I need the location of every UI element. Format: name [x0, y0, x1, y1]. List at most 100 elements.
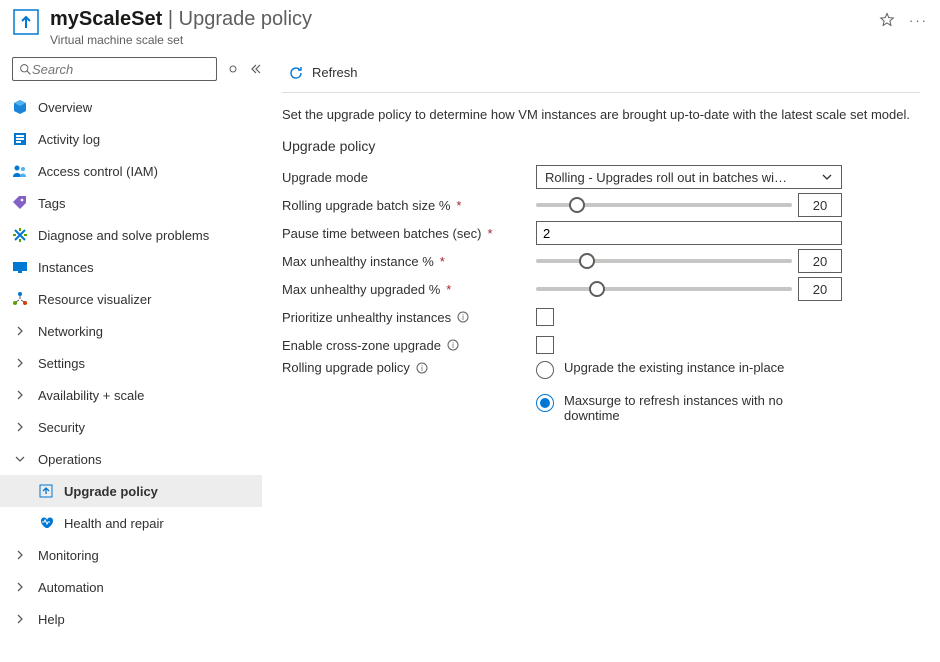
- nav-overview[interactable]: Overview: [0, 91, 262, 123]
- radio-inplace-label: Upgrade the existing instance in-place: [564, 360, 784, 375]
- nav-label: Overview: [38, 100, 92, 115]
- nav-upgrade-policy[interactable]: Upgrade policy: [0, 475, 262, 507]
- nav-label: Access control (IAM): [38, 164, 158, 179]
- description: Set the upgrade policy to determine how …: [282, 107, 920, 122]
- info-icon[interactable]: i: [447, 339, 459, 351]
- info-icon[interactable]: i: [457, 311, 469, 323]
- refresh-button[interactable]: Refresh: [282, 61, 364, 85]
- resource-name: myScaleSet: [50, 8, 162, 30]
- nav-group-automation[interactable]: Automation: [0, 571, 262, 603]
- nav-label: Monitoring: [38, 548, 99, 563]
- nav-group-settings[interactable]: Settings: [0, 347, 262, 379]
- cross-zone-label: Enable cross-zone upgrade i: [282, 338, 536, 353]
- batch-size-value[interactable]: 20: [798, 193, 842, 217]
- nav-group-availability[interactable]: Availability + scale: [0, 379, 262, 411]
- nav-label: Networking: [38, 324, 103, 339]
- nav-health-repair[interactable]: Health and repair: [0, 507, 262, 539]
- max-unhealthy-upgraded-slider[interactable]: [536, 281, 792, 297]
- max-unhealthy-upgraded-value[interactable]: 20: [798, 277, 842, 301]
- log-icon: [12, 131, 28, 147]
- nav-group-networking[interactable]: Networking: [0, 315, 262, 347]
- cross-zone-checkbox[interactable]: [536, 336, 554, 354]
- search-icon: [19, 63, 32, 76]
- nav-group-help[interactable]: Help: [0, 603, 262, 635]
- resource-type: Virtual machine scale set: [50, 33, 879, 47]
- main-content: Refresh Set the upgrade policy to determ…: [262, 53, 940, 662]
- batch-size-slider[interactable]: [536, 197, 792, 213]
- batch-size-label: Rolling upgrade batch size % *: [282, 198, 536, 213]
- svg-text:i: i: [462, 313, 464, 322]
- nav-label: Resource visualizer: [38, 292, 151, 307]
- max-unhealthy-slider[interactable]: [536, 253, 792, 269]
- radio-maxsurge[interactable]: [536, 394, 554, 412]
- nav: Overview Activity log Access control (IA…: [0, 89, 262, 637]
- nav-diagnose[interactable]: Diagnose and solve problems: [0, 219, 262, 251]
- nav-label: Settings: [38, 356, 85, 371]
- prioritize-label: Prioritize unhealthy instances i: [282, 310, 536, 325]
- rolling-policy-label: Rolling upgrade policy i: [282, 360, 536, 375]
- nav-label: Help: [38, 612, 65, 627]
- nav-label: Upgrade policy: [64, 484, 158, 499]
- collapse-sidebar-icon[interactable]: [249, 63, 261, 75]
- upgrade-mode-select[interactable]: Rolling - Upgrades roll out in batches w…: [536, 165, 842, 189]
- nav-label: Operations: [38, 452, 102, 467]
- diagnose-icon: [12, 227, 28, 243]
- chevron-down-icon: [12, 454, 28, 464]
- nav-label: Security: [38, 420, 85, 435]
- favorite-icon[interactable]: [879, 12, 895, 28]
- visualizer-icon: [12, 291, 28, 307]
- nav-resource-visualizer[interactable]: Resource visualizer: [0, 283, 262, 315]
- select-value: Rolling - Upgrades roll out in batches w…: [545, 170, 787, 185]
- search-input[interactable]: [12, 57, 217, 81]
- prioritize-checkbox[interactable]: [536, 308, 554, 326]
- nav-label: Diagnose and solve problems: [38, 228, 209, 243]
- chevron-right-icon: [12, 582, 28, 592]
- nav-label: Tags: [38, 196, 65, 211]
- chevron-down-icon: [821, 171, 833, 183]
- max-unhealthy-label: Max unhealthy instance % *: [282, 254, 536, 269]
- svg-text:i: i: [452, 341, 454, 350]
- chevron-right-icon: [12, 326, 28, 336]
- page-name: Upgrade policy: [179, 8, 312, 30]
- nav-group-security[interactable]: Security: [0, 411, 262, 443]
- resource-icon: [12, 8, 40, 36]
- instances-icon: [12, 259, 28, 275]
- chevron-right-icon: [12, 358, 28, 368]
- upgrade-icon: [38, 483, 54, 499]
- pin-icon[interactable]: [227, 63, 239, 75]
- sidebar: Overview Activity log Access control (IA…: [0, 53, 262, 662]
- chevron-right-icon: [12, 422, 28, 432]
- chevron-right-icon: [12, 390, 28, 400]
- chevron-right-icon: [12, 614, 28, 624]
- nav-label: Activity log: [38, 132, 100, 147]
- section-heading: Upgrade policy: [282, 138, 920, 154]
- pause-time-label: Pause time between batches (sec) *: [282, 226, 536, 241]
- people-icon: [12, 163, 28, 179]
- nav-access-control[interactable]: Access control (IAM): [0, 155, 262, 187]
- more-icon[interactable]: ···: [909, 13, 928, 28]
- pause-time-input[interactable]: [536, 221, 842, 245]
- nav-label: Instances: [38, 260, 94, 275]
- chevron-right-icon: [12, 550, 28, 560]
- refresh-label: Refresh: [312, 65, 358, 80]
- cube-icon: [12, 99, 28, 115]
- radio-inplace[interactable]: [536, 361, 554, 379]
- nav-group-operations[interactable]: Operations: [0, 443, 262, 475]
- nav-activity-log[interactable]: Activity log: [0, 123, 262, 155]
- nav-instances[interactable]: Instances: [0, 251, 262, 283]
- nav-label: Automation: [38, 580, 104, 595]
- nav-label: Availability + scale: [38, 388, 144, 403]
- upgrade-mode-label: Upgrade mode: [282, 170, 536, 185]
- refresh-icon: [288, 65, 304, 81]
- nav-label: Health and repair: [64, 516, 164, 531]
- max-unhealthy-value[interactable]: 20: [798, 249, 842, 273]
- nav-tags[interactable]: Tags: [0, 187, 262, 219]
- health-icon: [38, 515, 54, 531]
- info-icon[interactable]: i: [416, 362, 428, 374]
- svg-text:i: i: [421, 364, 423, 373]
- radio-maxsurge-label: Maxsurge to refresh instances with no do…: [564, 393, 824, 423]
- page-header: myScaleSet | Upgrade policy Virtual mach…: [0, 0, 940, 53]
- nav-group-monitoring[interactable]: Monitoring: [0, 539, 262, 571]
- toolbar: Refresh: [282, 53, 920, 93]
- tag-icon: [12, 195, 28, 211]
